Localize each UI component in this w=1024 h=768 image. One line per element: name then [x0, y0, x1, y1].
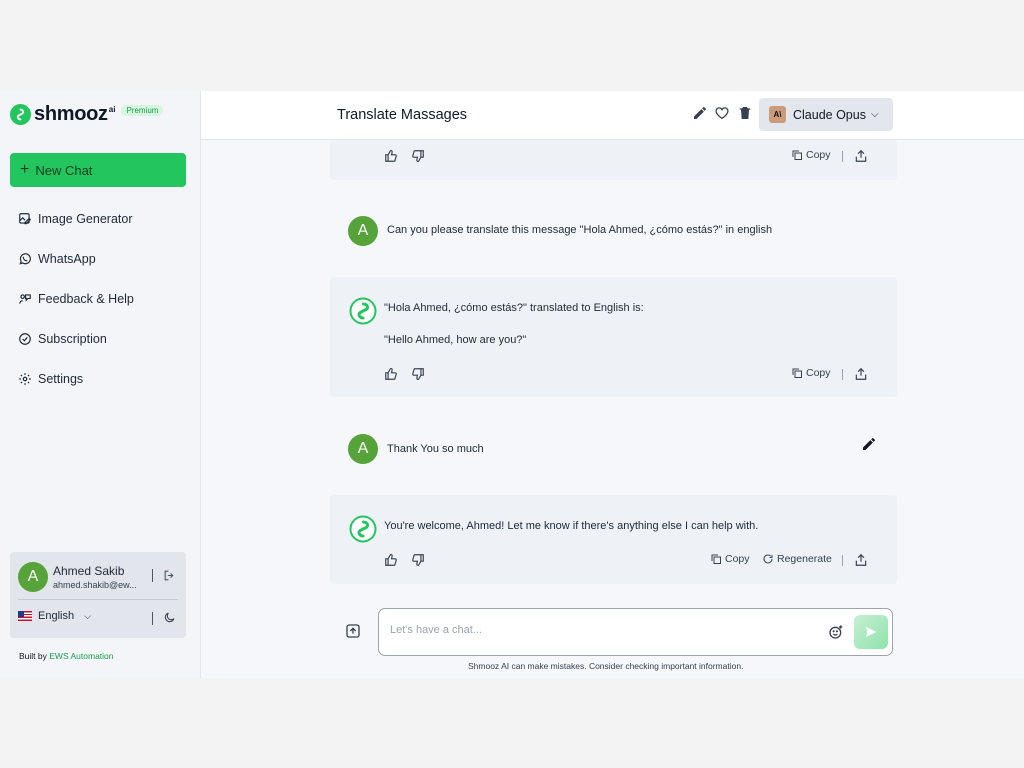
new-chat-label: New Chat: [35, 162, 93, 178]
us-flag-icon: [18, 611, 32, 621]
model-name: Claude Opus: [793, 107, 866, 122]
sidebar-nav: Image Generator WhatsApp Feedback & Help…: [18, 199, 188, 399]
anthropic-logo-icon: A\: [769, 106, 786, 123]
brand-logo[interactable]: shmooz ai Premium: [10, 103, 164, 126]
copy-icon: [792, 368, 802, 378]
trash-icon[interactable]: [737, 105, 753, 121]
sidebar-item-label: Subscription: [38, 332, 107, 346]
chevron-down-icon: ⌵: [84, 610, 91, 621]
sidebar-item-feedback-help[interactable]: Feedback & Help: [18, 279, 188, 319]
user-card: A Ahmed Sakib ahmed.shakib@ew... English…: [10, 552, 186, 638]
user-name: Ahmed Sakib: [53, 564, 125, 578]
logout-icon[interactable]: [163, 569, 176, 582]
share-icon[interactable]: [854, 367, 868, 381]
moon-icon[interactable]: [163, 611, 176, 624]
chevron-down-icon: ⌵: [870, 109, 879, 120]
thumbs-up-icon[interactable]: [384, 367, 398, 381]
bot-avatar-icon: [349, 297, 377, 325]
chat-header: Translate Massages A\ Claude Opus ⌵: [201, 91, 1024, 140]
sidebar: shmooz ai Premium + New Chat Image Gener…: [0, 91, 201, 678]
badge-check-icon: [19, 333, 31, 345]
page-title: Translate Massages: [337, 107, 468, 123]
ai-message-text: You're welcome, Ahmed! Let me know if th…: [384, 520, 759, 532]
thumbs-up-icon[interactable]: [384, 149, 398, 163]
logo-icon: [10, 104, 31, 125]
ai-message-text: "Hola Ahmed, ¿cómo estás?" translated to…: [384, 302, 644, 314]
gear-icon: [19, 373, 31, 385]
user-email: ahmed.shakib@ew...: [53, 580, 137, 590]
divider: [152, 569, 153, 582]
sidebar-item-whatsapp[interactable]: WhatsApp: [18, 239, 188, 279]
language-label: English: [38, 610, 75, 622]
copy-icon: [711, 554, 721, 564]
user-message-text: Can you please translate this message "H…: [387, 224, 773, 236]
sidebar-item-label: Image Generator: [38, 212, 133, 226]
avatar: A: [348, 216, 378, 246]
send-button[interactable]: [854, 615, 888, 649]
copy-label: Copy: [806, 149, 831, 161]
built-by-link[interactable]: EWS Automation: [49, 651, 113, 661]
edit-message-icon[interactable]: [861, 436, 877, 452]
copy-button[interactable]: Copy: [791, 367, 831, 379]
share-icon[interactable]: [854, 553, 868, 567]
model-selector[interactable]: A\ Claude Opus ⌵: [759, 98, 893, 131]
sidebar-item-settings[interactable]: Settings: [18, 359, 188, 399]
built-by-footer: Built by EWS Automation: [19, 651, 114, 661]
language-select[interactable]: English ⌵: [18, 610, 91, 622]
refresh-icon: [763, 554, 773, 564]
divider: [152, 612, 153, 625]
copy-label: Copy: [806, 367, 831, 379]
divider: [842, 555, 843, 566]
user-message-text: Thank You so much: [387, 443, 484, 455]
avatar: A: [348, 434, 378, 464]
avatar[interactable]: A: [18, 562, 48, 592]
brand-name: shmooz: [34, 103, 108, 125]
disclaimer-text: Shmooz AI can make mistakes. Consider ch…: [468, 661, 744, 671]
whatsapp-icon: [19, 253, 31, 265]
user-message: A Can you please translate this message …: [330, 210, 897, 250]
regenerate-label: Regenerate: [777, 553, 832, 565]
sidebar-item-label: Feedback & Help: [38, 292, 134, 306]
heart-icon[interactable]: [714, 105, 730, 121]
ai-message-text: "Hello Ahmed, how are you?": [384, 334, 527, 346]
upload-icon[interactable]: [345, 623, 361, 639]
copy-button[interactable]: Copy: [791, 149, 831, 161]
plus-icon: +: [20, 161, 30, 178]
bot-avatar-icon: [349, 515, 377, 543]
emoji-icon[interactable]: [828, 624, 844, 640]
thumbs-down-icon[interactable]: [411, 553, 425, 567]
thumbs-down-icon[interactable]: [411, 367, 425, 381]
divider: [842, 369, 843, 380]
feedback-icon: [19, 294, 31, 304]
brand-suffix: ai: [108, 105, 116, 114]
chat-composer: [378, 608, 893, 656]
user-message: A Thank You so much: [330, 428, 897, 468]
send-icon: [865, 626, 877, 638]
copy-icon: [792, 150, 802, 160]
copy-button[interactable]: Copy: [710, 553, 750, 565]
copy-label: Copy: [725, 553, 750, 565]
sidebar-item-subscription[interactable]: Subscription: [18, 319, 188, 359]
sidebar-item-label: Settings: [38, 372, 84, 386]
app-window: shmooz ai Premium + New Chat Image Gener…: [0, 91, 1024, 678]
premium-badge: Premium: [121, 105, 164, 116]
chat-area: Translate Massages A\ Claude Opus ⌵ Copy…: [201, 91, 1024, 678]
built-by-prefix: Built by: [19, 651, 50, 661]
chat-input[interactable]: [390, 624, 810, 636]
ai-message: Copy: [330, 140, 897, 180]
thumbs-down-icon[interactable]: [411, 149, 425, 163]
divider: [18, 599, 178, 600]
new-chat-button[interactable]: + New Chat: [10, 153, 186, 187]
sidebar-item-image-generator[interactable]: Image Generator: [18, 199, 188, 239]
regenerate-button[interactable]: Regenerate: [762, 553, 832, 565]
pencil-icon[interactable]: [692, 105, 708, 121]
share-icon[interactable]: [854, 149, 868, 163]
image-edit-icon: [19, 213, 32, 225]
divider: [842, 151, 843, 162]
ai-message: "Hola Ahmed, ¿cómo estás?" translated to…: [330, 277, 897, 397]
ai-message: You're welcome, Ahmed! Let me know if th…: [330, 495, 897, 584]
thumbs-up-icon[interactable]: [384, 553, 398, 567]
sidebar-item-label: WhatsApp: [38, 252, 96, 266]
